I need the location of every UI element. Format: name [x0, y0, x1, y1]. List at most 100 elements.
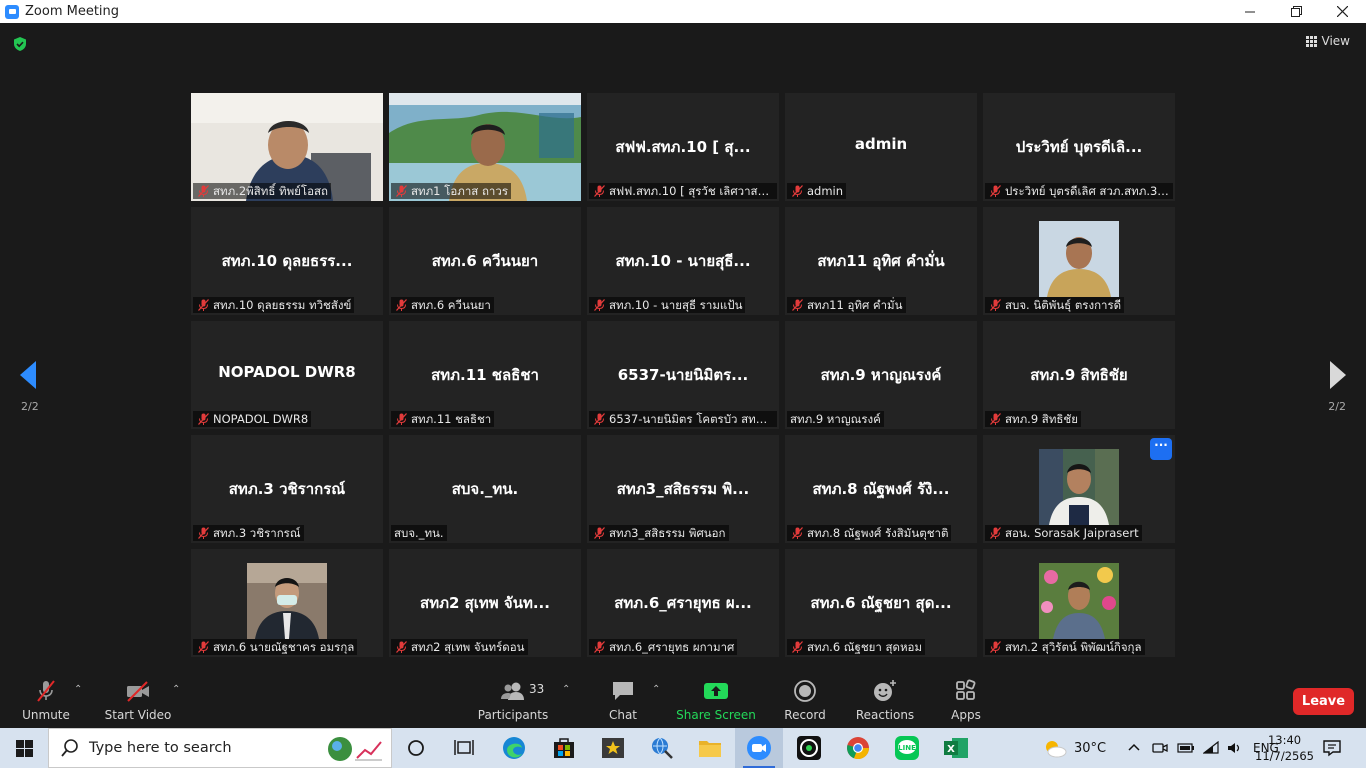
participant-name-text: สทภ.9 สิทธิชัย: [1005, 412, 1078, 426]
participant-name-text: สบจ. นิติพันธุ์ ตรงการดี: [1005, 298, 1122, 312]
participant-tile[interactable]: สทภ.6 นายณัฐชาคร อมรกุล: [191, 549, 383, 657]
store-taskbar-button[interactable]: [540, 728, 588, 768]
start-button[interactable]: [0, 728, 48, 768]
participant-tile[interactable]: สทภ3_สสิธรรม พิ... สทภ3_สสิธรรม พิศนอก: [587, 435, 779, 543]
unmute-button[interactable]: Unmute: [22, 678, 70, 724]
encryption-shield-icon[interactable]: [12, 36, 28, 52]
participant-display-name: สบจ._ทน.: [451, 480, 519, 498]
record-button[interactable]: Record: [784, 678, 826, 724]
next-page-button[interactable]: [1328, 360, 1348, 394]
line-taskbar-button[interactable]: LINE: [883, 728, 931, 768]
participant-name-label: admin: [787, 183, 847, 199]
search-app-taskbar-button[interactable]: [638, 728, 686, 768]
apps-button[interactable]: Apps: [948, 678, 984, 724]
participant-name-label: NOPADOL DWR8: [193, 411, 312, 427]
participant-tile[interactable]: สบจ. นิติพันธุ์ ตรงการดี: [983, 207, 1175, 315]
volume-icon[interactable]: [1227, 741, 1243, 755]
meet-now-icon[interactable]: [1152, 741, 1168, 755]
notification-icon: [1323, 740, 1341, 757]
participant-display-name: 6537-นายนิมิตร...: [617, 366, 749, 384]
zoom-taskbar-button[interactable]: [735, 728, 783, 768]
participant-display-name: NOPADOL DWR8: [218, 363, 356, 381]
participant-name-label: 6537-นายนิมิตร โคตรบัว สทภ.9: [589, 411, 777, 427]
participant-tile[interactable]: สทภ.9 สิทธิชัย สทภ.9 สิทธิชัย: [983, 321, 1175, 429]
participant-name-label: ประวิทย์ บุตรดีเลิศ สวภ.สทภ.3 ห...: [985, 183, 1173, 199]
windows-taskbar: Type here to search LINE X 30°C ENG 13:4…: [0, 728, 1366, 768]
zoom-app-icon: [5, 4, 19, 19]
excel-icon: X: [944, 738, 968, 758]
chrome-taskbar-button[interactable]: [834, 728, 882, 768]
participant-tile[interactable]: สทภ.10 ดุลยธรร... สทภ.10 ดุลยธรรม ทวิชสัง…: [191, 207, 383, 315]
page-indicator-right: 2/2: [1328, 400, 1346, 413]
audio-options-caret-icon[interactable]: ⌃: [74, 684, 82, 695]
restore-icon: [1290, 6, 1302, 17]
chevron-up-icon[interactable]: [1127, 741, 1141, 755]
participant-display-name: สทภ2 สุเทพ จันท...: [420, 594, 550, 612]
share-screen-button[interactable]: Share Screen: [676, 678, 756, 724]
chat-options-caret-icon[interactable]: ⌃: [652, 684, 660, 695]
participant-tile[interactable]: สฟฟ.สทภ.10 [ สุ... สฟฟ.สทภ.10 [ สุรวัช เล…: [587, 93, 779, 201]
participant-tile[interactable]: สทภ.2 สุวิรัตน์ พิพัฒน์กิจกุล: [983, 549, 1175, 657]
participant-tile[interactable]: สทภ.10 - นายสุธี... สทภ.10 - นายสุธี รามแ…: [587, 207, 779, 315]
weather-widget[interactable]: 30°C: [1042, 728, 1106, 768]
start-video-button[interactable]: Start Video: [105, 678, 171, 724]
participant-tile[interactable]: สทภ1 โอภาส ถาวร: [389, 93, 581, 201]
participant-tile[interactable]: สบจ._ทน. สบจ._ทน.: [389, 435, 581, 543]
minimize-button[interactable]: [1227, 0, 1273, 23]
participant-tile[interactable]: สทภ.6_ศรายุทธ ผ... สทภ.6_ศรายุทธ ผกามาศ: [587, 549, 779, 657]
file-explorer-taskbar-button[interactable]: [686, 728, 734, 768]
participant-tile[interactable]: สทภ.8 ณัฐพงศ์ รังิ... สทภ.8 ณัฐพงศ์ รังสิ…: [785, 435, 977, 543]
participant-name-text: สทภ.6 นายณัฐชาคร อมรกุล: [213, 640, 355, 654]
line-chat-icon: LINE: [895, 736, 919, 760]
participant-display-name: admin: [854, 135, 908, 153]
close-button[interactable]: [1319, 0, 1365, 23]
tile-more-options-button[interactable]: ···: [1150, 438, 1172, 460]
cortana-button[interactable]: [392, 728, 440, 768]
participant-tile[interactable]: สทภ.9 หาญณรงค์ สทภ.9 หาญณรงค์: [785, 321, 977, 429]
chat-label: Chat: [608, 708, 638, 722]
participants-icon: [499, 678, 527, 704]
restore-button[interactable]: [1273, 0, 1319, 23]
participant-tile[interactable]: สทภ.6 ณัฐชยา สุด... สทภ.6 ณัฐชยา สุดหอม: [785, 549, 977, 657]
participant-display-name: สทภ.6 ควีนนยา: [431, 252, 539, 270]
participant-tile[interactable]: NOPADOL DWR8 NOPADOL DWR8: [191, 321, 383, 429]
participant-tile[interactable]: 6537-นายนิมิตร... 6537-นายนิมิตร โคตรบัว …: [587, 321, 779, 429]
participant-name-label: สบจ._ทน.: [391, 525, 447, 541]
participant-name-label: สทภ.9 สิทธิชัย: [985, 411, 1081, 427]
participant-name-text: สทภ.2พิสิทธิ์ ทิพย์โอสถ: [213, 184, 328, 198]
participant-tile[interactable]: สทภ.2พิสิทธิ์ ทิพย์โอสถ: [191, 93, 383, 201]
task-view-icon: [454, 740, 474, 755]
participants-options-caret-icon[interactable]: ⌃: [562, 684, 570, 695]
wifi-icon[interactable]: [1203, 741, 1219, 755]
movie-app-taskbar-button[interactable]: [589, 728, 637, 768]
page-indicator-left: 2/2: [21, 400, 39, 413]
participant-tile[interactable]: ประวิทย์ บุตรดีเลิ... ประวิทย์ บุตรดีเลิศ…: [983, 93, 1175, 201]
participant-tile[interactable]: สทภ.11 ชลธิชา สทภ.11 ชลธิชา: [389, 321, 581, 429]
excel-taskbar-button[interactable]: X: [932, 728, 980, 768]
task-view-button[interactable]: [440, 728, 488, 768]
obs-taskbar-button[interactable]: [785, 728, 833, 768]
view-button[interactable]: View: [1305, 34, 1350, 48]
participant-tile[interactable]: สอน. Sorasak Jaiprasert: [983, 435, 1175, 543]
previous-page-button[interactable]: [18, 360, 38, 394]
video-options-caret-icon[interactable]: ⌃: [172, 684, 180, 695]
chat-button[interactable]: Chat: [606, 678, 640, 724]
participant-tile[interactable]: สทภ2 สุเทพ จันท... สทภ2 สุเทพ จันทร์ดอน: [389, 549, 581, 657]
participant-tile[interactable]: สทภ.6 ควีนนยา สทภ.6 ควีนนยา: [389, 207, 581, 315]
participant-tile[interactable]: สทภ11 อุทิศ คำมั่น สทภ11 อุทิศ คำมั่น: [785, 207, 977, 315]
participant-display-name: สทภ.8 ณัฐพงศ์ รังิ...: [812, 480, 950, 498]
participant-tile[interactable]: admin admin: [785, 93, 977, 201]
participant-name-label: สบจ. นิติพันธุ์ ตรงการดี: [985, 297, 1125, 313]
partly-cloudy-icon: [1046, 741, 1067, 758]
participant-name-text: สทภ.6 ควีนนยา: [411, 298, 491, 312]
notification-center-button[interactable]: [1322, 728, 1342, 768]
participant-name-text: สอน. Sorasak Jaiprasert: [1005, 526, 1139, 540]
battery-icon[interactable]: [1177, 741, 1195, 755]
reactions-button[interactable]: Reactions: [855, 678, 915, 724]
reactions-label: Reactions: [855, 708, 915, 722]
edge-taskbar-button[interactable]: [490, 728, 538, 768]
taskbar-search-box[interactable]: Type here to search: [48, 728, 392, 768]
participant-tile[interactable]: สทภ.3 วชิรากรณ์ สทภ.3 วชิรากรณ์: [191, 435, 383, 543]
leave-button[interactable]: Leave: [1293, 688, 1354, 715]
taskbar-clock[interactable]: 13:40 11/7/2565: [1255, 732, 1314, 764]
